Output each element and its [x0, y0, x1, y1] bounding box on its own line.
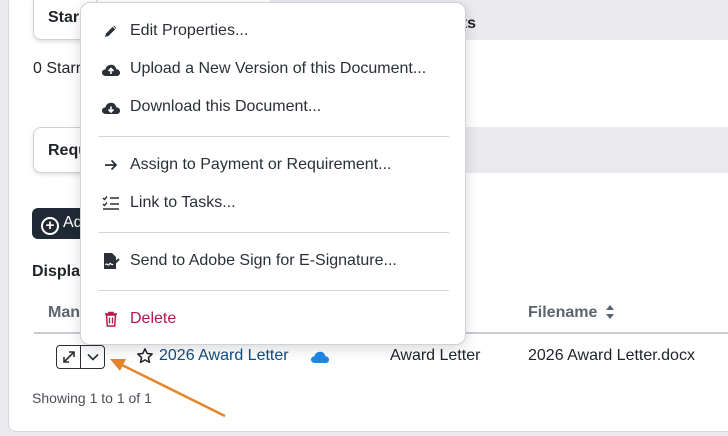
menu-item-upload-new-version[interactable]: Upload a New Version of this Document... [101, 57, 426, 81]
cloud-icon [311, 351, 329, 363]
menu-item-edit-properties[interactable]: Edit Properties... [101, 19, 248, 43]
document-context-menu: Edit Properties... Upload a New Version … [80, 2, 466, 345]
document-filename: 2026 Award Letter.docx [528, 347, 695, 364]
menu-item-assign-payment-requirement[interactable]: Assign to Payment or Requirement... [101, 153, 391, 177]
cloud-download-icon [101, 98, 121, 116]
menu-item-download-document[interactable]: Download this Document... [101, 95, 321, 119]
expand-icon [62, 351, 75, 363]
menu-item-label: Upload a New Version of this Document... [130, 60, 427, 77]
menu-item-send-to-adobe-sign[interactable]: Send to Adobe Sign for E-Signature... [101, 249, 397, 273]
column-header-filename[interactable]: Filename [528, 304, 614, 322]
expand-button[interactable] [57, 346, 80, 368]
menu-item-link-to-tasks[interactable]: Link to Tasks... [101, 191, 236, 215]
menu-item-label: Link to Tasks... [130, 194, 236, 211]
chevron-down-icon [86, 353, 99, 361]
menu-separator [99, 290, 449, 291]
display-label: Display [32, 263, 82, 280]
menu-separator [99, 136, 449, 137]
row-action-buttons [56, 345, 105, 369]
column-header-manage[interactable]: Manage [48, 304, 82, 322]
pencil-icon [101, 22, 121, 40]
menu-separator [99, 232, 449, 233]
arrow-right-icon [101, 156, 121, 174]
plus-circle-icon: + [41, 217, 59, 235]
menu-item-label: Download this Document... [130, 98, 322, 115]
checklist-icon [101, 194, 121, 212]
menu-item-label: Delete [130, 310, 177, 327]
annotation-arrow [110, 359, 226, 418]
trash-icon [101, 310, 121, 328]
sort-icon [605, 305, 614, 319]
cloud-upload-icon [101, 60, 121, 78]
filename-header-label: Filename [528, 304, 598, 321]
menu-item-label: Send to Adobe Sign for E-Signature... [130, 252, 397, 269]
menu-item-delete[interactable]: Delete [101, 307, 176, 331]
menu-item-label: Assign to Payment or Requirement... [130, 156, 392, 173]
signature-icon [101, 252, 121, 270]
menu-item-label: Edit Properties... [130, 22, 249, 39]
document-type: Award Letter [390, 347, 481, 364]
